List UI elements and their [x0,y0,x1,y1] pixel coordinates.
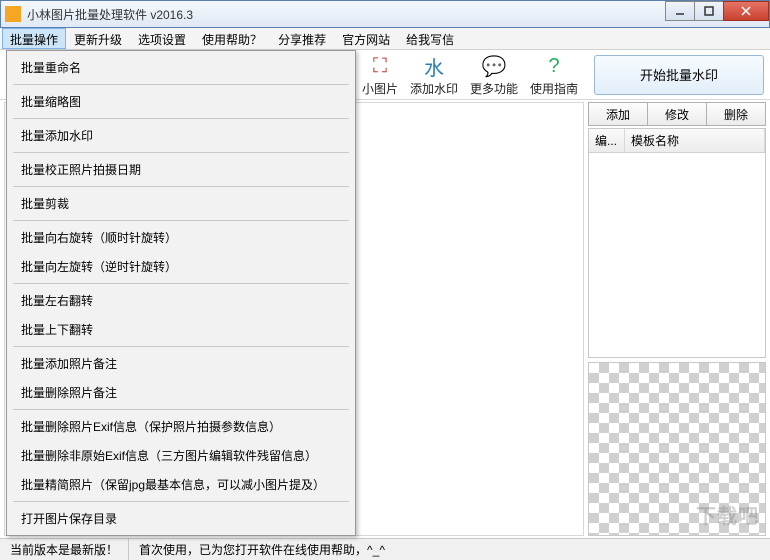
status-message: 首次使用，已为您打开软件在线使用帮助，^_^ [129,539,770,560]
menu-6[interactable]: 给我写信 [398,28,462,49]
dropdown-separator [13,84,349,85]
dropdown-item-5-0[interactable]: 批量向右旋转（顺时针旋转） [9,223,353,252]
dropdown-item-6-1[interactable]: 批量上下翻转 [9,315,353,344]
template-buttons: 添加 修改 删除 [588,102,766,126]
menu-0[interactable]: 批量操作 [2,28,66,49]
dropdown-separator [13,152,349,153]
watermark-label: 下载吧 [696,500,759,529]
dropdown-separator [13,501,349,502]
toolbar-icon-3: ? [540,52,568,80]
toolbar-btn-0[interactable]: ⛶小图片 [356,50,404,99]
toolbar-icon-1: 水 [420,52,448,80]
dropdown-item-9-0[interactable]: 打开图片保存目录 [9,504,353,533]
status-bar: 当前版本是最新版！ 首次使用，已为您打开软件在线使用帮助，^_^ [0,538,770,560]
dropdown-item-0-0[interactable]: 批量重命名 [9,53,353,82]
template-table: 编... 模板名称 [588,128,766,358]
dropdown-item-8-1[interactable]: 批量删除非原始Exif信息（三方图片编辑软件残留信息） [9,441,353,470]
dropdown-separator [13,220,349,221]
toolbar-btn-2[interactable]: 💬更多功能 [464,50,524,99]
dropdown-item-3-0[interactable]: 批量校正照片拍摄日期 [9,155,353,184]
table-header: 编... 模板名称 [589,129,765,153]
delete-template-button[interactable]: 删除 [706,102,766,126]
maximize-button[interactable] [694,1,724,21]
preview-area: 下载吧 [588,362,766,536]
dropdown-separator [13,186,349,187]
menu-1[interactable]: 更新升级 [66,28,130,49]
window-buttons [666,1,769,21]
dropdown-separator [13,346,349,347]
dropdown-separator [13,118,349,119]
title-bar: 小林图片批量处理软件 v2016.3 [0,0,770,28]
dropdown-item-7-0[interactable]: 批量添加照片备注 [9,349,353,378]
minimize-button[interactable] [665,1,695,21]
menu-5[interactable]: 官方网站 [334,28,398,49]
toolbar-label-2: 更多功能 [470,80,518,97]
toolbar-label-3: 使用指南 [530,80,578,97]
toolbar-label-1: 添加水印 [410,80,458,97]
add-template-button[interactable]: 添加 [588,102,648,126]
dropdown-item-8-0[interactable]: 批量删除照片Exif信息（保护照片拍摄参数信息） [9,412,353,441]
toolbar-icon-0: ⛶ [366,52,394,80]
right-panel: 添加 修改 删除 编... 模板名称 下载吧 [588,102,766,536]
dropdown-item-4-0[interactable]: 批量剪裁 [9,189,353,218]
toolbar-label-0: 小图片 [362,80,398,97]
batch-operations-menu: 批量重命名批量缩略图批量添加水印批量校正照片拍摄日期批量剪裁批量向右旋转（顺时针… [6,50,356,536]
dropdown-separator [13,409,349,410]
dropdown-separator [13,283,349,284]
close-button[interactable] [723,1,769,21]
col-number[interactable]: 编... [589,129,625,152]
toolbar-btn-1[interactable]: 水添加水印 [404,50,464,99]
dropdown-item-8-2[interactable]: 批量精简照片（保留jpg最基本信息，可以减小图片提及） [9,470,353,499]
edit-template-button[interactable]: 修改 [647,102,707,126]
toolbar-btn-3[interactable]: ?使用指南 [524,50,584,99]
dropdown-item-1-0[interactable]: 批量缩略图 [9,87,353,116]
status-version: 当前版本是最新版！ [0,539,129,560]
dropdown-item-2-0[interactable]: 批量添加水印 [9,121,353,150]
window-title: 小林图片批量处理软件 v2016.3 [27,6,765,23]
dropdown-item-7-1[interactable]: 批量删除照片备注 [9,378,353,407]
menu-bar: 批量操作更新升级选项设置使用帮助？分享推荐官方网站给我写信 [0,28,770,50]
toolbar-icon-2: 💬 [480,52,508,80]
dropdown-item-5-1[interactable]: 批量向左旋转（逆时针旋转） [9,252,353,281]
menu-3[interactable]: 使用帮助？ [194,28,270,49]
col-template-name[interactable]: 模板名称 [625,129,765,152]
menu-2[interactable]: 选项设置 [130,28,194,49]
menu-4[interactable]: 分享推荐 [270,28,334,49]
app-icon [5,6,21,22]
dropdown-item-6-0[interactable]: 批量左右翻转 [9,286,353,315]
start-batch-watermark-button[interactable]: 开始批量水印 [594,55,764,95]
